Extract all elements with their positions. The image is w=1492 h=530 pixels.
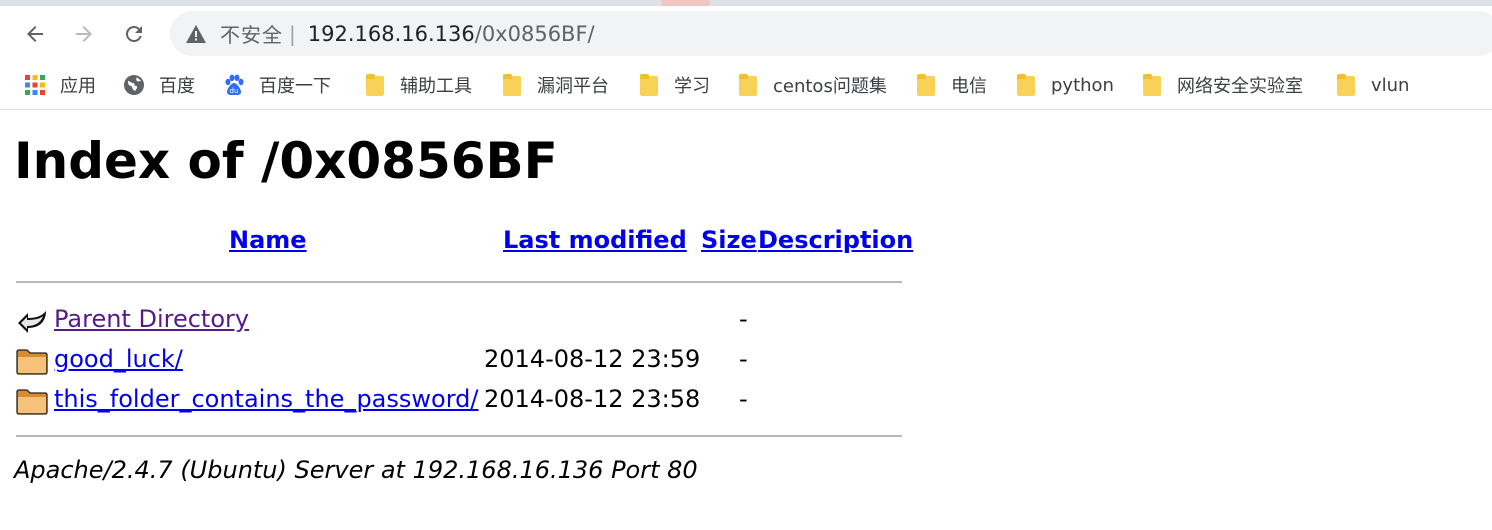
security-status-label[interactable]: 不安全 [220, 19, 283, 48]
footer-divider [16, 435, 902, 437]
folder-icon [16, 387, 48, 415]
folder-icon [16, 347, 48, 375]
server-signature: Apache/2.4.7 (Ubuntu) Server at 192.168.… [14, 456, 698, 484]
bookmark-folder-vlun[interactable]: vlun [1335, 72, 1409, 98]
bookmarks-bar: 应用 百度 du 百度一下 辅助工具 漏洞平台 学习 centos问题集 电信 … [0, 62, 1492, 110]
browser-toolbar: 不安全 | 192.168.16.136/0x0856BF/ [0, 6, 1492, 62]
row-size: - [739, 385, 748, 413]
arrow-left-icon [27, 26, 43, 42]
baidu-paw-icon: du [223, 74, 245, 96]
bookmark-folder-telecom[interactable]: 电信 [915, 72, 987, 98]
back-button[interactable] [17, 16, 53, 52]
back-arrow-icon [16, 307, 48, 335]
bookmark-label: 电信 [951, 76, 987, 97]
row-size: - [739, 345, 748, 373]
column-header-last-modified: Last modified [503, 226, 687, 258]
bookmark-folder-study[interactable]: 学习 [638, 72, 710, 98]
folder-icon [501, 74, 523, 96]
folder-icon [915, 74, 937, 96]
bookmark-folder-centos[interactable]: centos问题集 [737, 72, 887, 98]
sort-by-name-link[interactable]: Name [229, 226, 307, 254]
row-size: - [739, 305, 748, 333]
url-host: 192.168.16.136 [307, 21, 475, 46]
folder-icon [638, 74, 660, 96]
bookmark-baidu[interactable]: 百度 [123, 72, 195, 98]
bookmark-label: 辅助工具 [400, 76, 472, 97]
table-row: good_luck/ 2014-08-12 23:59 - [14, 343, 914, 379]
bookmark-baidu-search[interactable]: du 百度一下 [223, 72, 331, 98]
reload-button[interactable] [116, 16, 152, 52]
warning-triangle-icon[interactable] [186, 24, 206, 44]
url-text[interactable]: 192.168.16.136/0x0856BF/ [308, 22, 595, 46]
bookmark-label: 学习 [674, 76, 710, 97]
globe-icon [123, 74, 145, 96]
url-path: /0x0856BF/ [474, 21, 595, 46]
address-bar[interactable]: 不安全 | 192.168.16.136/0x0856BF/ [170, 11, 1492, 56]
bookmark-label: 漏洞平台 [537, 76, 609, 97]
bookmark-label: 网络安全实验室 [1177, 76, 1303, 97]
row-date: 2014-08-12 23:58 [484, 385, 701, 413]
page-title: Index of /0x0856BF [14, 132, 558, 190]
bookmark-folder-python[interactable]: python [1015, 72, 1114, 98]
apps-grid-icon [24, 74, 46, 96]
bookmark-label: centos问题集 [773, 76, 887, 97]
row-date: 2014-08-12 23:59 [484, 345, 701, 373]
reload-icon [125, 25, 142, 42]
sort-by-date-link[interactable]: Last modified [503, 226, 687, 254]
sort-by-size-link[interactable]: Size [701, 226, 757, 254]
bookmark-label: 应用 [60, 76, 96, 97]
url-separator: | [289, 21, 296, 46]
folder-icon [1015, 74, 1037, 96]
bookmark-folder-security-lab[interactable]: 网络安全实验室 [1141, 72, 1303, 98]
column-header-description: Description [758, 226, 913, 258]
bookmark-label: python [1051, 74, 1114, 96]
folder-icon [1335, 74, 1357, 96]
bookmark-folder-tools[interactable]: 辅助工具 [364, 72, 472, 98]
header-divider [16, 281, 902, 283]
folder-link-good-luck[interactable]: good_luck/ [54, 345, 183, 373]
page-content: Index of /0x0856BF Name Last modified Si… [0, 111, 1492, 530]
arrow-right-icon [76, 26, 92, 42]
forward-button[interactable] [66, 16, 102, 52]
folder-icon [364, 74, 386, 96]
bookmark-label: 百度 [159, 76, 195, 97]
bookmark-folder-vuln-platform[interactable]: 漏洞平台 [501, 72, 609, 98]
column-header-name: Name [229, 226, 307, 258]
bookmark-label: 百度一下 [259, 76, 331, 97]
bookmark-apps[interactable]: 应用 [24, 72, 96, 98]
bookmark-label: vlun [1371, 74, 1410, 96]
folder-icon [737, 74, 759, 96]
column-header-size: Size [701, 226, 757, 258]
folder-link-password[interactable]: this_folder_contains_the_password/ [54, 385, 478, 413]
sort-by-description-link[interactable]: Description [758, 226, 913, 254]
table-row: this_folder_contains_the_password/ 2014-… [14, 383, 914, 419]
table-row: Parent Directory - [14, 303, 914, 339]
parent-directory-link[interactable]: Parent Directory [54, 305, 249, 333]
svg-text:du: du [230, 87, 239, 95]
folder-icon [1141, 74, 1163, 96]
